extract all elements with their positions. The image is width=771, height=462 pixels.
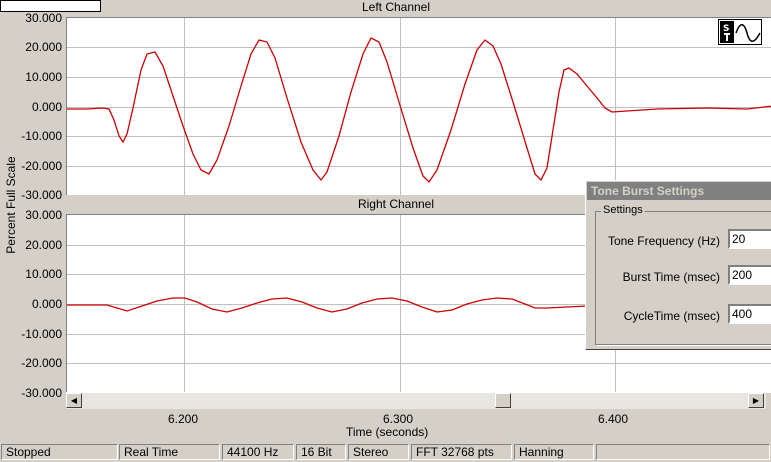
right-y-tick: -30.000 <box>21 386 62 400</box>
arrow-left-icon[interactable]: ◀ <box>66 393 82 408</box>
left-y-tick: -10.000 <box>21 129 62 143</box>
status-fft-size: FFT 32768 pts <box>411 444 512 460</box>
cycle-time-label: CycleTime (msec) <box>623 309 720 323</box>
left-y-tick: 20.000 <box>25 40 62 54</box>
sine-settings-icon[interactable]: S <box>718 19 762 45</box>
right-y-tick: -20.000 <box>21 356 62 370</box>
status-sample-rate: 44100 Hz <box>222 444 294 460</box>
horizontal-scrollbar[interactable]: ◀ ▶ <box>66 392 766 409</box>
status-run-state: Stopped <box>1 444 118 460</box>
status-channels: Stereo <box>348 444 409 460</box>
status-mode: Real Time <box>119 444 220 460</box>
arrow-right-icon[interactable]: ▶ <box>748 393 764 408</box>
cycle-time-input[interactable] <box>728 304 771 324</box>
tone-frequency-label: Tone Frequency (Hz) <box>607 234 720 248</box>
x-tick: 6.200 <box>168 412 199 426</box>
left-y-tick: 0.000 <box>31 100 62 114</box>
left-y-tick: 30.000 <box>25 11 62 25</box>
y-axis-title: Percent Full Scale <box>4 156 18 254</box>
right-y-tick: -10.000 <box>21 327 62 341</box>
x-tick: 6.400 <box>598 412 629 426</box>
scrollbar-thumb[interactable] <box>495 393 511 408</box>
burst-time-input[interactable] <box>728 265 771 285</box>
left-channel-title: Left Channel <box>361 0 431 14</box>
right-y-tick: 0.000 <box>31 297 62 311</box>
tone-burst-settings-dialog[interactable]: Tone Burst Settings Settings Tone Freque… <box>585 180 771 350</box>
status-bit-depth: 16 Bit <box>296 444 346 460</box>
dialog-title[interactable]: Tone Burst Settings <box>587 182 771 200</box>
status-empty <box>596 444 770 460</box>
status-bar: Stopped Real Time 44100 Hz 16 Bit Stereo… <box>0 442 771 462</box>
left-y-tick: 10.000 <box>25 70 62 84</box>
left-channel-plot[interactable] <box>66 17 771 195</box>
svg-text:S: S <box>723 24 729 34</box>
left-channel-trace <box>67 37 771 184</box>
x-tick: 6.300 <box>383 412 414 426</box>
x-axis-title: Time (seconds) <box>346 425 429 439</box>
right-y-tick: 10.000 <box>25 267 62 281</box>
burst-time-label: Burst Time (msec) <box>622 270 720 284</box>
settings-group-label: Settings <box>601 204 645 216</box>
tone-frequency-input[interactable] <box>728 229 771 249</box>
status-window: Hanning <box>514 444 594 460</box>
